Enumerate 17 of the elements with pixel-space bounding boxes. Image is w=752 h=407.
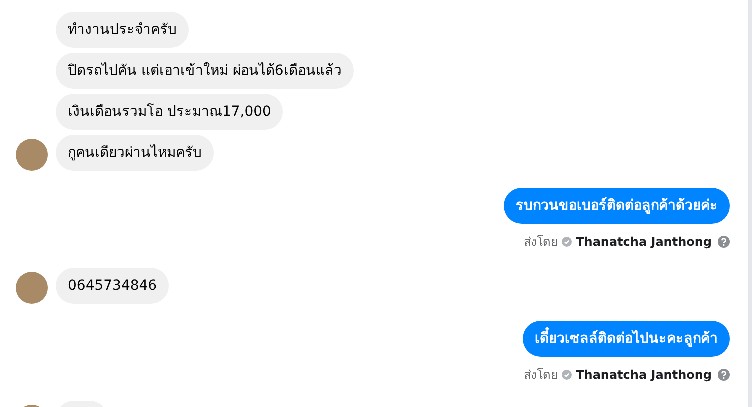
message-bubble: ปิดรถไปคัน แต่เอาเข้าใหม่ ผ่อนได้6เดือนแล้ว — [56, 53, 354, 89]
sent-by-label: ส่งโดย — [524, 367, 558, 384]
check-circle-icon — [562, 370, 572, 380]
message-bubble: ทำงานประจำครับ — [56, 12, 189, 48]
check-circle-icon — [562, 236, 572, 246]
message-bubble: เงินเดือนรวมโอ ประมาณ17,000 — [56, 94, 284, 130]
message-bubble: รบกวนขอเบอร์ติดต่อลูกค้าด้วยค่ะ — [504, 188, 730, 224]
sender-name: Thanatcha Janthong — [576, 234, 712, 248]
sent-by-label: ส่งโดย — [524, 234, 558, 251]
message-bubble: กูคนเดียวผ่านไหมครับ — [56, 135, 214, 171]
message-bubble: เดี๋ยวเซลล์ติดต่อไปนะคะลูกค้า — [523, 321, 730, 357]
sender-name: Thanatcha Janthong — [576, 368, 712, 382]
avatar-photo-placeholder — [16, 272, 48, 304]
help-icon[interactable] — [718, 368, 730, 380]
avatar-photo-placeholder — [16, 139, 48, 171]
message-bubble: 0645734846 — [56, 268, 170, 304]
help-icon[interactable] — [718, 236, 730, 248]
